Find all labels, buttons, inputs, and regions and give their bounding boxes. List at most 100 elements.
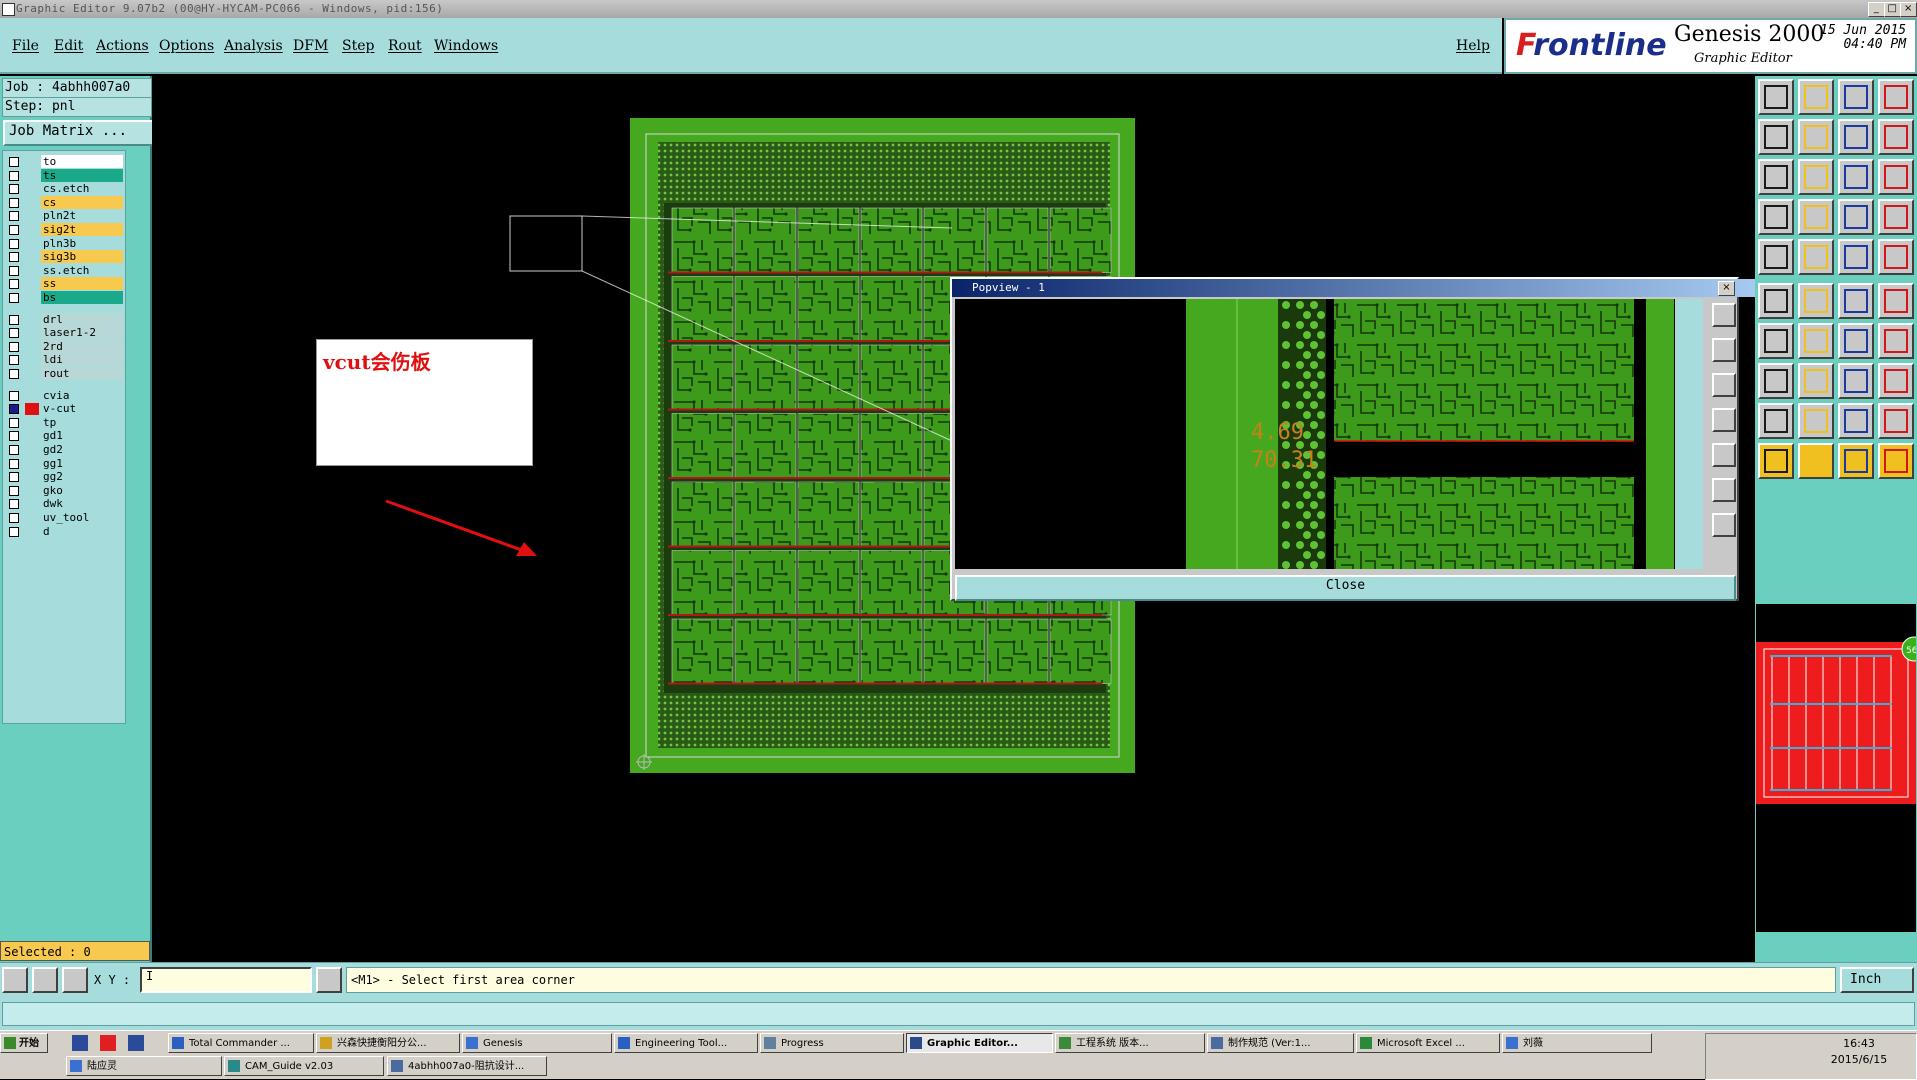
info-icon[interactable] [316, 967, 342, 993]
menu-options[interactable]: Options [159, 38, 214, 54]
taskbar-item[interactable]: Microsoft Excel ... [1356, 1033, 1500, 1053]
popview-titlebar[interactable]: Popview - 1 [952, 279, 1757, 297]
snap-icon[interactable] [2, 967, 28, 993]
layer-checkbox[interactable] [9, 499, 19, 510]
layer-row[interactable]: 2rd [5, 339, 123, 354]
zoom-fit-icon[interactable] [1758, 159, 1794, 195]
layer-checkbox[interactable] [9, 157, 19, 167]
layer-name[interactable]: gg2 [41, 470, 123, 484]
menu-step[interactable]: Step [342, 38, 374, 54]
triangle-a-icon[interactable] [1798, 403, 1834, 439]
layer-checkbox[interactable] [9, 184, 19, 195]
layer-name[interactable]: drl [41, 312, 123, 326]
maximize-button[interactable]: □ [1884, 2, 1901, 17]
layer-name[interactable]: d [41, 524, 123, 538]
pan-left-icon[interactable] [1758, 119, 1794, 155]
layer-checkbox[interactable] [9, 513, 19, 523]
measure-icon[interactable] [32, 967, 58, 993]
layer-row[interactable]: cvia [5, 388, 123, 403]
layer-checkbox[interactable] [9, 265, 19, 276]
layer-checkbox[interactable] [9, 328, 19, 339]
layer-checkbox[interactable] [9, 252, 19, 263]
round-icon[interactable] [1838, 323, 1874, 359]
help-icon[interactable] [1878, 159, 1914, 195]
layer-row[interactable]: ss.etch [5, 263, 123, 278]
menu-edit[interactable]: Edit [54, 38, 83, 54]
layer-name[interactable]: ldi [41, 353, 123, 367]
layer-row[interactable]: rout [5, 367, 123, 381]
taskbar-item[interactable]: 兴森快捷衡阳分公... [316, 1033, 460, 1053]
layer-row[interactable]: cs.etch [5, 182, 123, 196]
popview-close-button[interactable]: Close [955, 575, 1736, 601]
layer-row[interactable]: sig2t [5, 223, 123, 237]
layer-row[interactable]: gg2 [5, 470, 123, 484]
layer-checkbox[interactable] [9, 369, 19, 379]
layer-name[interactable]: pln3b [41, 236, 123, 250]
quick-launch-icon[interactable] [72, 1035, 88, 1051]
units-button[interactable]: Inch [1840, 967, 1914, 993]
layer-row[interactable]: pln2t [5, 209, 123, 223]
quick-launch-icon[interactable] [100, 1035, 116, 1051]
layer-row[interactable]: v-cut [5, 402, 123, 416]
popview-tool-icon[interactable] [1712, 513, 1736, 537]
layer-row[interactable]: sig3b [5, 250, 123, 264]
minimize-button[interactable]: _ [1868, 2, 1885, 17]
list-icon[interactable] [1878, 119, 1914, 155]
pointer-net-icon[interactable] [1838, 443, 1874, 479]
layer-checkbox[interactable] [9, 404, 19, 415]
taskbar-item[interactable]: 刘薇 [1502, 1033, 1652, 1053]
layer-checkbox[interactable] [9, 279, 19, 290]
layer-name[interactable]: laser1-2 [41, 326, 123, 340]
menu-analysis[interactable]: Analysis [224, 38, 283, 54]
layer-row[interactable]: ts [5, 168, 123, 183]
layer-checkbox[interactable] [9, 170, 19, 181]
layer-row[interactable]: bs [5, 291, 123, 305]
layer-name[interactable]: sig2t [41, 223, 123, 236]
layer-row[interactable]: dwk [5, 497, 123, 511]
grid-view-icon[interactable] [1798, 199, 1834, 235]
layer-row[interactable]: ldi [5, 353, 123, 367]
arc-a-icon[interactable] [1838, 403, 1874, 439]
layer-row[interactable]: d [5, 524, 123, 539]
layer-checkbox[interactable] [9, 197, 19, 208]
arc-right-icon[interactable] [1878, 283, 1914, 319]
layer-checkbox[interactable] [9, 458, 19, 469]
layer-name[interactable]: ss [41, 277, 123, 291]
close-window-button[interactable]: × [1900, 2, 1917, 17]
taskbar-item[interactable]: 工程系统 版本... [1055, 1033, 1205, 1053]
taskbar-item[interactable]: Genesis [462, 1033, 612, 1053]
minus-icon[interactable] [1798, 363, 1834, 399]
layer-name[interactable]: to [41, 155, 123, 168]
layout-icon[interactable] [1838, 79, 1874, 115]
pointer-icon[interactable] [1758, 443, 1794, 479]
layer-name[interactable]: v-cut [41, 402, 123, 416]
layer-checkbox[interactable] [9, 445, 19, 455]
grid-icon[interactable] [62, 967, 88, 993]
layer-checkbox[interactable] [9, 225, 19, 235]
taskbar-item[interactable]: 制作规范 (Ver:1... [1207, 1033, 1354, 1053]
xy-input[interactable]: I [140, 967, 312, 993]
layer-checkbox[interactable] [9, 293, 19, 303]
layer-name[interactable]: uv_tool [41, 511, 123, 524]
popview-tool-icon[interactable] [1712, 303, 1736, 327]
layer-checkbox[interactable] [9, 355, 19, 366]
menu-windows[interactable]: Windows [434, 38, 498, 54]
popview-close-icon[interactable]: × [1718, 281, 1735, 296]
taskbar-item[interactable]: CAM_Guide v2.03 [224, 1056, 384, 1076]
layer-name[interactable]: gg1 [41, 456, 123, 470]
popview-canvas[interactable]: 4.69 70.31 [955, 299, 1703, 569]
layer-checkbox[interactable] [9, 526, 19, 537]
layer-name[interactable]: rout [41, 367, 123, 380]
measure-box-icon[interactable] [1838, 363, 1874, 399]
slash-icon[interactable] [1798, 239, 1834, 275]
window-icon[interactable] [1878, 79, 1914, 115]
layer-row[interactable]: tp [5, 415, 123, 430]
popview-tool-icon[interactable] [1712, 408, 1736, 432]
overview-map[interactable]: 56 [1756, 604, 1917, 932]
cross-icon[interactable] [1798, 283, 1834, 319]
popview-window[interactable]: Popview - 1 × 4.69 70.31 Close [950, 277, 1757, 601]
quick-launch-icon[interactable] [128, 1035, 144, 1051]
layer-row[interactable]: laser1-2 [5, 326, 123, 340]
pad-icon[interactable] [1758, 239, 1794, 275]
filter-icon[interactable] [1758, 199, 1794, 235]
